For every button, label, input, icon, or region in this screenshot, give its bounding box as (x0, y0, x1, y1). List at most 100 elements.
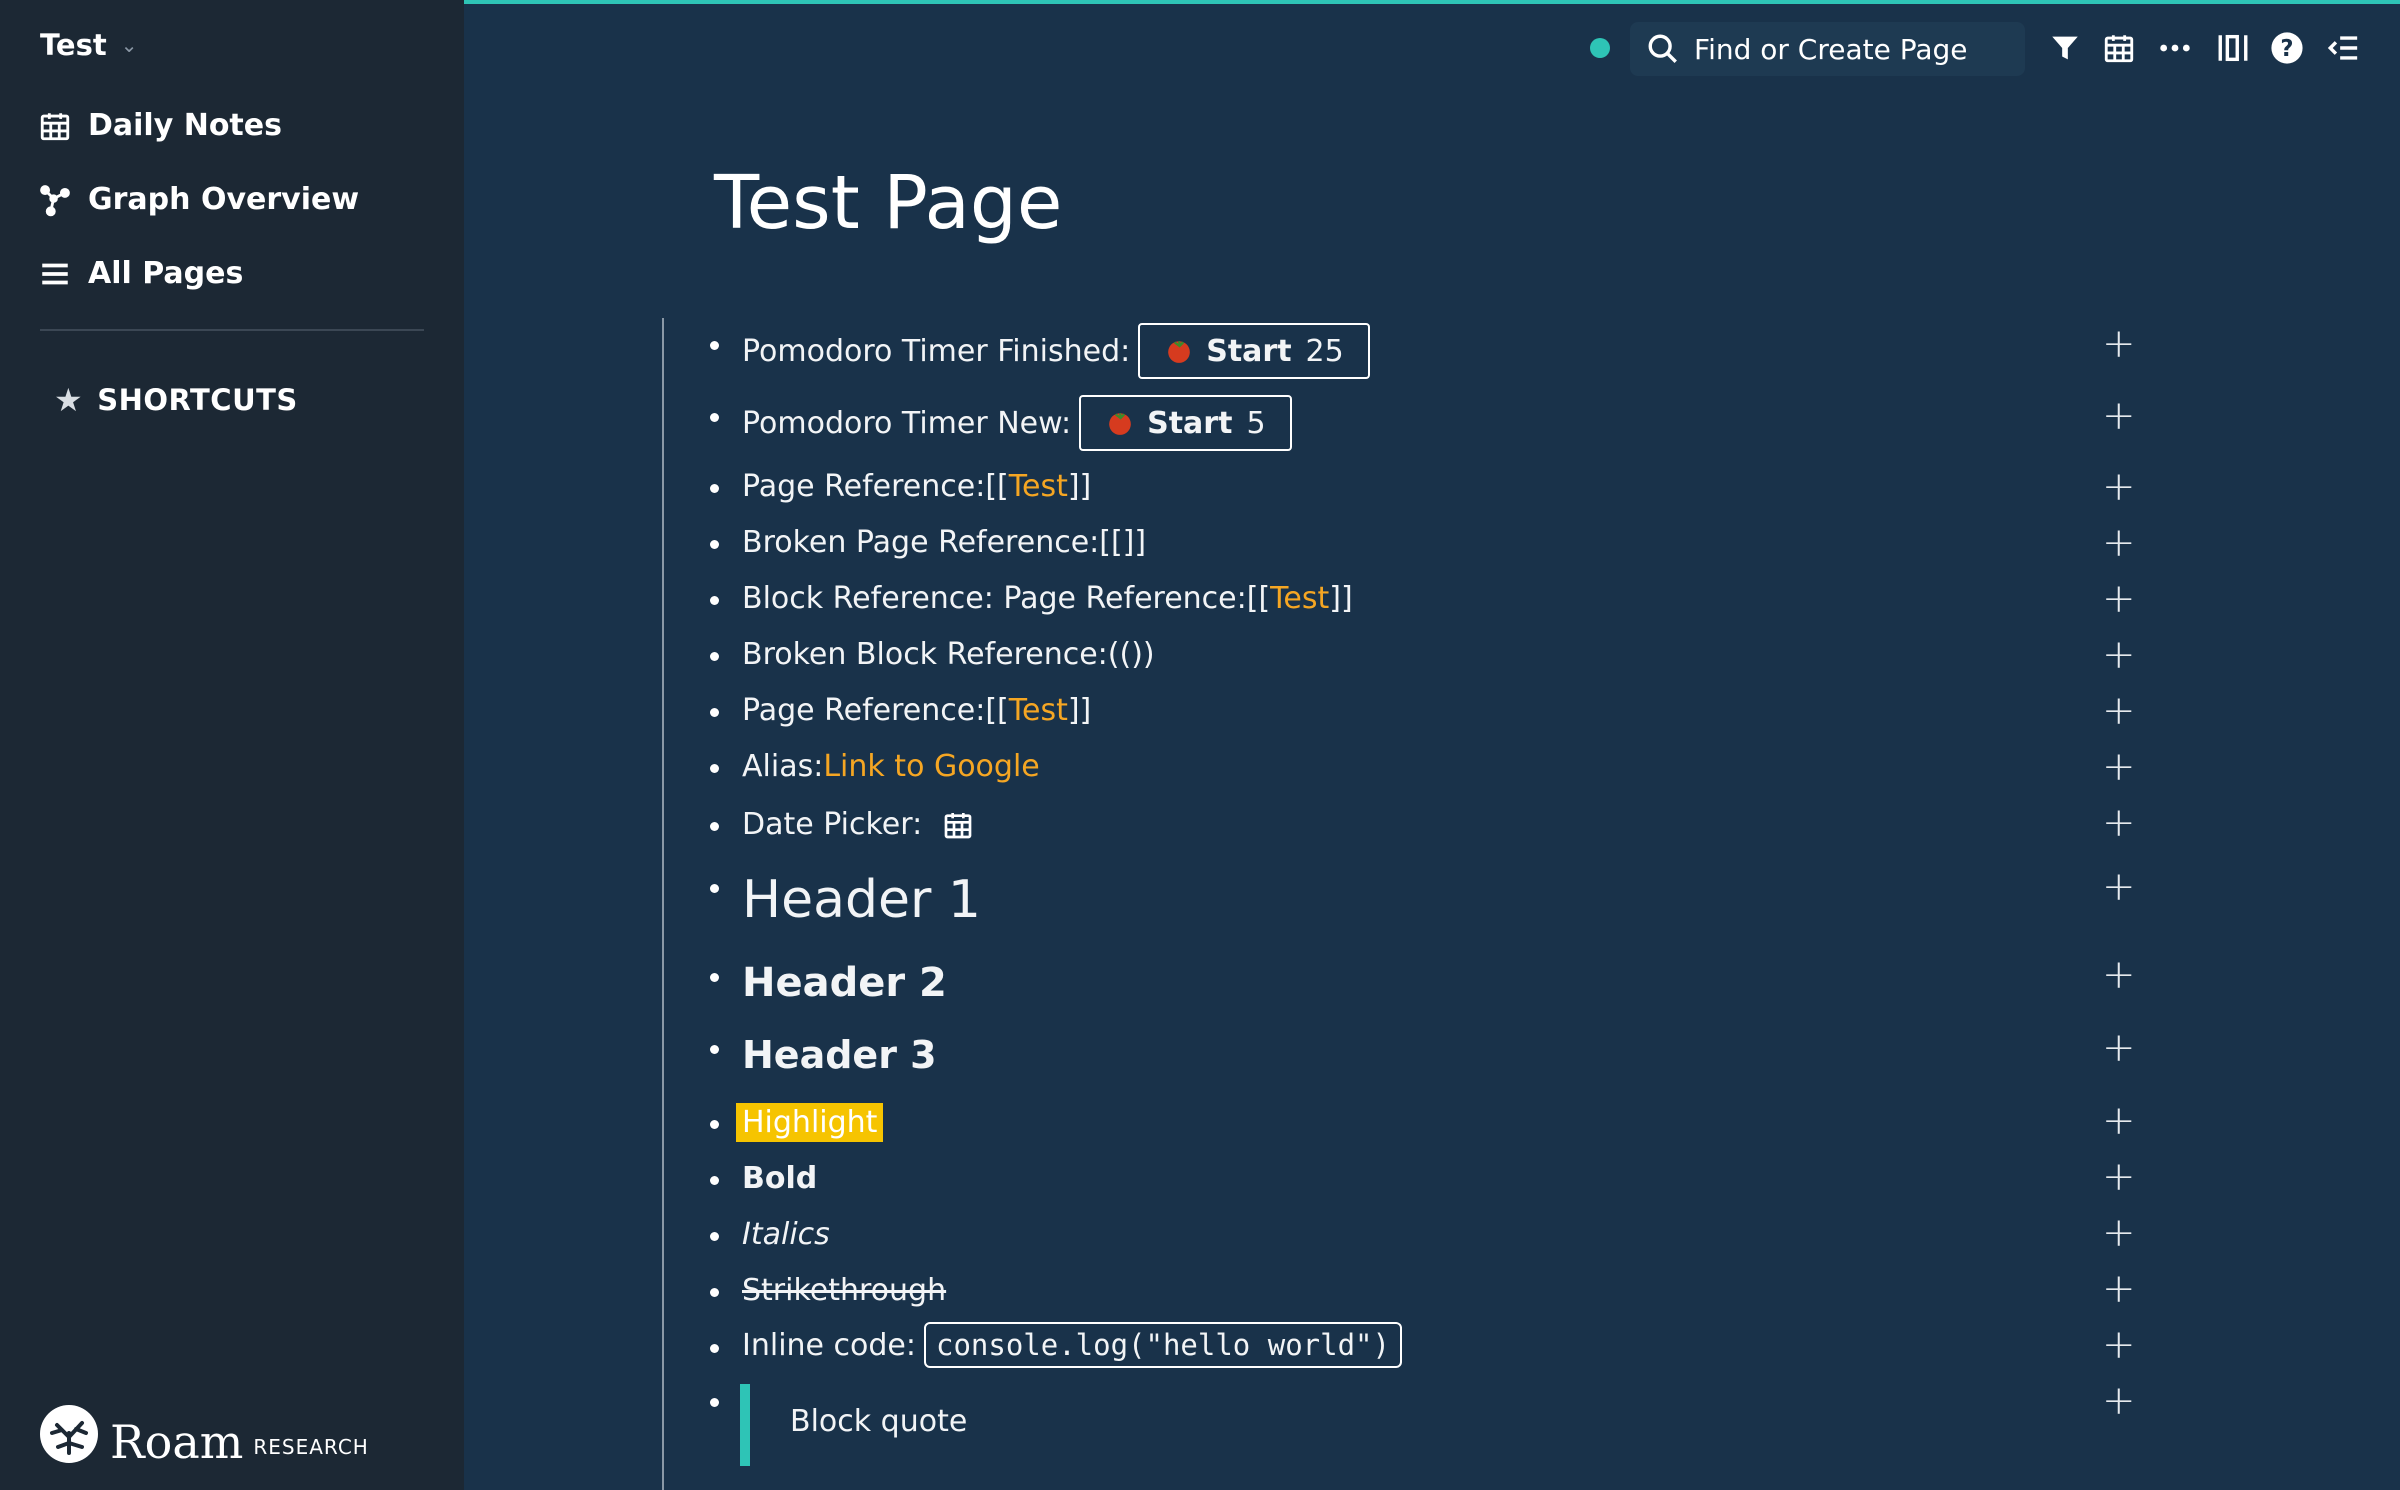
add-block-icon[interactable]: + (2102, 523, 2136, 563)
block-page-reference[interactable]: Page Reference: [[ Test ]] (742, 469, 1091, 504)
blockquote-bar (740, 1384, 750, 1466)
block-bullet[interactable] (710, 1288, 719, 1297)
add-block-icon[interactable]: + (2102, 691, 2136, 731)
add-block-icon[interactable]: + (2102, 1213, 2136, 1253)
add-block-icon[interactable]: + (2102, 955, 2136, 995)
add-block-icon[interactable]: + (2102, 324, 2136, 364)
add-block-icon[interactable]: + (2102, 635, 2136, 675)
add-block-icon[interactable]: + (2102, 1325, 2136, 1365)
block-quote[interactable]: Block quote (790, 1404, 967, 1439)
pomodoro-minutes: 25 (1305, 333, 1344, 369)
block-bullet[interactable] (710, 884, 719, 893)
pomodoro-start-label: Start (1206, 333, 1292, 369)
block-broken-page-reference[interactable]: Broken Page Reference: [[]] (742, 525, 1146, 560)
add-block-icon[interactable]: + (2102, 867, 2136, 907)
block-bullet[interactable] (710, 540, 719, 549)
bracket-open: [[ (985, 469, 1009, 504)
block-block-reference[interactable]: Block Reference: Page Reference: [[ Test… (742, 581, 1353, 616)
pomodoro-button[interactable]: Start 5 (1079, 395, 1292, 451)
search-bar[interactable] (1630, 22, 2025, 76)
pomodoro-button[interactable]: Start 25 (1138, 323, 1370, 379)
block-header-2[interactable]: Header 2 (742, 960, 947, 1006)
calendar-icon[interactable] (942, 809, 974, 841)
block-page-reference[interactable]: Page Reference: [[ Test ]] (742, 693, 1091, 728)
block-italics[interactable]: Italics (742, 1217, 830, 1252)
toggle-page-width-button[interactable] (2214, 28, 2252, 68)
block-bullet[interactable] (710, 413, 719, 422)
block-bold[interactable]: Bold (742, 1161, 817, 1196)
block-pomodoro-finished[interactable]: Pomodoro Timer Finished: Start 25 (742, 323, 1370, 379)
search-icon (1648, 34, 1677, 63)
block-broken-block-reference[interactable]: Broken Block Reference: (()) (742, 637, 1155, 672)
right-sidebar-button[interactable] (2324, 28, 2362, 68)
alias-link[interactable]: Link to Google (823, 749, 1039, 784)
graph-switcher[interactable]: Test ⌄ (40, 28, 138, 62)
block-bullet[interactable] (710, 708, 719, 717)
shortcuts-header: ★ SHORTCUTS (54, 381, 298, 419)
block-strikethrough[interactable]: Strikethrough (742, 1273, 946, 1308)
block-bullet[interactable] (710, 1398, 719, 1407)
add-block-icon[interactable]: + (2102, 396, 2136, 436)
chevron-down-icon: ⌄ (120, 33, 138, 57)
block-bullet[interactable] (710, 1176, 719, 1185)
bracket-close: ]] (1067, 469, 1092, 504)
list-icon (42, 263, 68, 284)
nav-graph-overview[interactable]: Graph Overview (38, 182, 359, 217)
block-bullet[interactable] (710, 484, 719, 493)
block-label: Broken Page Reference: (742, 525, 1100, 560)
block-bullet[interactable] (710, 596, 719, 605)
sidebar-divider (40, 329, 424, 331)
sync-progress-line (464, 0, 2400, 4)
block-highlight[interactable]: Highlight (736, 1103, 884, 1142)
block-bullet[interactable] (710, 764, 719, 773)
highlighted-text: Highlight (736, 1103, 884, 1142)
add-block-icon[interactable]: + (2102, 1381, 2136, 1421)
block-bullet[interactable] (710, 822, 719, 831)
pomodoro-start-label: Start (1147, 405, 1233, 441)
nav-all-pages[interactable]: All Pages (38, 256, 243, 291)
daily-notes-calendar-button[interactable] (2100, 28, 2138, 68)
add-block-icon[interactable]: + (2102, 1028, 2136, 1068)
add-block-icon[interactable]: + (2102, 1101, 2136, 1141)
block-inline-code[interactable]: Inline code: console.log("hello world") (742, 1322, 1402, 1368)
block-label: Page Reference: (742, 693, 986, 728)
add-block-icon[interactable]: + (2102, 467, 2136, 507)
page-ref-link[interactable]: Test (1270, 581, 1329, 616)
graph-icon (40, 184, 70, 216)
block-bullet[interactable] (710, 341, 719, 350)
block-bullet[interactable] (710, 1120, 719, 1129)
block-header-1[interactable]: Header 1 (742, 870, 981, 930)
logo-sub: RESEARCH (253, 1435, 369, 1459)
block-bullet[interactable] (710, 1344, 719, 1353)
block-bullet[interactable] (710, 1232, 719, 1241)
bracket-open: [[ (985, 693, 1009, 728)
page-ref-link[interactable]: Test (1009, 469, 1068, 504)
shortcuts-label: SHORTCUTS (97, 383, 298, 417)
block-header-3[interactable]: Header 3 (742, 1033, 937, 1077)
block-label: Inline code: (742, 1327, 916, 1363)
block-label: Pomodoro Timer New: (742, 405, 1072, 441)
block-date-picker[interactable]: Date Picker: (742, 807, 974, 842)
block-bullet[interactable] (710, 973, 719, 982)
page-ref-link[interactable]: Test (1009, 693, 1068, 728)
more-options-button[interactable] (2156, 28, 2194, 68)
add-block-icon[interactable]: + (2102, 1157, 2136, 1197)
add-block-icon[interactable]: + (2102, 803, 2136, 843)
tomato-icon (1109, 412, 1131, 435)
page-title[interactable]: Test Page (714, 160, 1062, 246)
block-bullet[interactable] (710, 652, 719, 661)
add-block-icon[interactable]: + (2102, 1269, 2136, 1309)
search-input[interactable] (1694, 32, 1994, 66)
roam-logo: Roam RESEARCH (38, 1403, 369, 1465)
help-button[interactable]: ? (2268, 28, 2306, 68)
add-block-icon[interactable]: + (2102, 747, 2136, 787)
nav-daily-notes[interactable]: Daily Notes (38, 108, 282, 143)
filter-button[interactable] (2046, 28, 2084, 68)
add-block-icon[interactable]: + (2102, 579, 2136, 619)
tomato-icon (1168, 340, 1191, 363)
calendar-icon (40, 112, 70, 140)
block-bullet[interactable] (710, 1045, 719, 1054)
block-pomodoro-new[interactable]: Pomodoro Timer New: Start 5 (742, 395, 1292, 451)
block-alias[interactable]: Alias: Link to Google (742, 749, 1040, 784)
nav-label: All Pages (88, 256, 244, 291)
